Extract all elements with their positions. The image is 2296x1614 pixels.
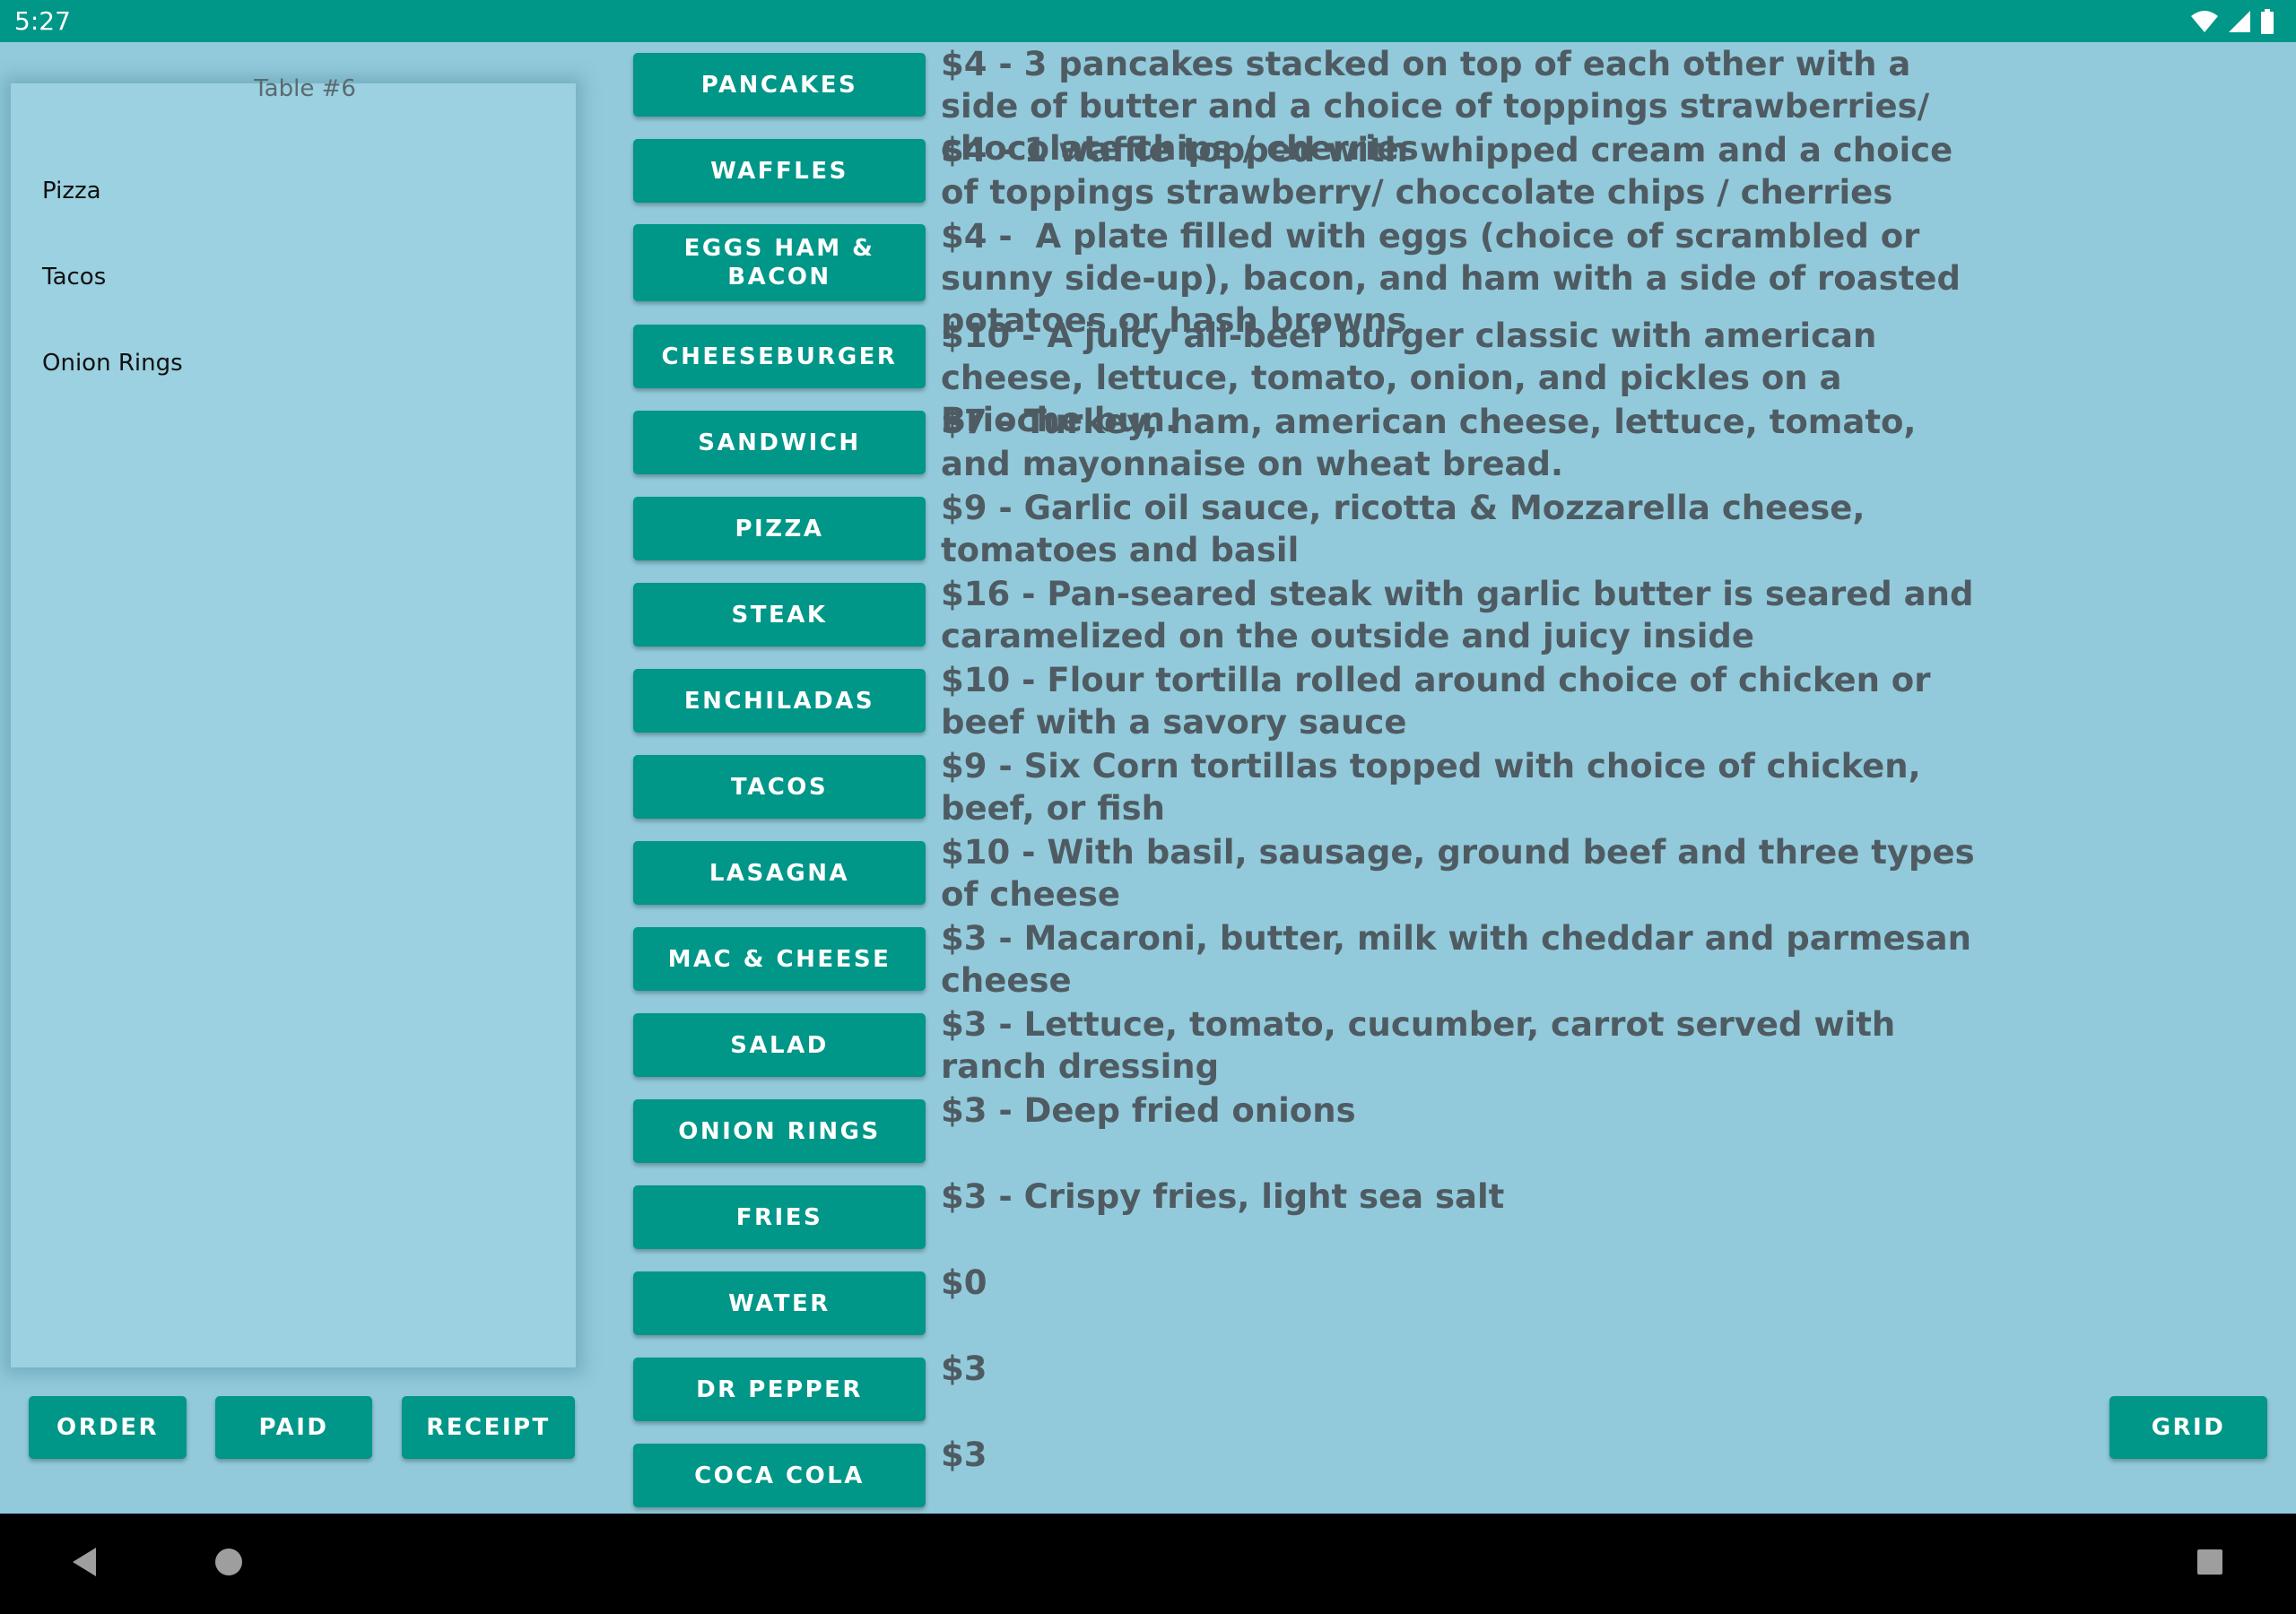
eggs-ham-bacon-button[interactable]: EGGS HAM & BACON: [633, 224, 926, 301]
battery-icon: [2260, 9, 2274, 34]
paid-button[interactable]: PAID: [215, 1396, 372, 1459]
salad-button[interactable]: SALAD: [633, 1013, 926, 1077]
navigation-bar: [0, 1514, 2296, 1614]
sandwich-button[interactable]: SANDWICH: [633, 411, 926, 474]
wifi-icon: [2190, 10, 2219, 33]
fries-button[interactable]: FRIES: [633, 1185, 926, 1249]
recents-icon[interactable]: [2196, 1549, 2223, 1579]
order-item[interactable]: Pizza: [42, 173, 183, 259]
lasagna-button[interactable]: LASAGNA: [633, 841, 926, 905]
menu-row-steak: STEAK $16 - Pan-seared steak with garlic…: [633, 575, 2248, 666]
menu-description: $10 - With basil, sausage, ground beef a…: [941, 833, 1987, 914]
menu-row-onion-rings: ONION RINGS $3 - Deep fried onions: [633, 1091, 2248, 1183]
receipt-button[interactable]: RECEIPT: [402, 1396, 575, 1459]
menu-row-mac-cheese: MAC & CHEESE $3 - Macaroni, butter, milk…: [633, 919, 2248, 1011]
cell-signal-icon: [2228, 10, 2251, 33]
menu-description: $9 - Garlic oil sauce, ricotta & Mozzare…: [941, 489, 1877, 569]
tacos-button[interactable]: TACOS: [633, 755, 926, 819]
mac-cheese-button[interactable]: MAC & CHEESE: [633, 927, 926, 991]
order-item[interactable]: Tacos: [42, 259, 183, 345]
menu-description: $3: [941, 1436, 987, 1474]
pancakes-button[interactable]: PANCAKES: [633, 53, 926, 117]
order-button[interactable]: ORDER: [29, 1396, 187, 1459]
order-list: Pizza Tacos Onion Rings: [42, 173, 183, 431]
menu-row-sandwich: SANDWICH $7 - Turkey, ham, american chee…: [633, 403, 2248, 494]
menu-row-pancakes: PANCAKES $4 - 3 pancakes stacked on top …: [633, 45, 2248, 168]
menu-row-eggs-ham-bacon: EGGS HAM & BACON $4 - A plate filled wit…: [633, 217, 2248, 340]
home-icon[interactable]: [214, 1548, 243, 1580]
menu-description: $3: [941, 1349, 987, 1388]
menu-description: $3 - Crispy fries, light sea salt: [941, 1177, 1505, 1216]
menu-row-cheeseburger: CHEESEBURGER $10 - A juicy all-beef burg…: [633, 317, 2248, 439]
menu-list: PANCAKES $4 - 3 pancakes stacked on top …: [633, 45, 2248, 1527]
enchiladas-button[interactable]: ENCHILADAS: [633, 669, 926, 733]
menu-description: $3 - Lettuce, tomato, cucumber, carrot s…: [941, 1005, 1908, 1086]
dr-pepper-button[interactable]: DR PEPPER: [633, 1358, 926, 1421]
menu-row-dr-pepper: DR PEPPER $3: [633, 1349, 2248, 1441]
coca-cola-button[interactable]: COCA COLA: [633, 1444, 926, 1507]
menu-description: $4 - 1 waffle topped with whipped cream …: [941, 131, 1965, 212]
steak-button[interactable]: STEAK: [633, 583, 926, 646]
menu-description: $0: [941, 1263, 987, 1302]
menu-description: $3 - Macaroni, butter, milk with cheddar…: [941, 919, 1983, 1000]
menu-description: $7 - Turkey, ham, american cheese, lettu…: [941, 403, 1928, 483]
menu-row-salad: SALAD $3 - Lettuce, tomato, cucumber, ca…: [633, 1005, 2248, 1097]
menu-description: $3 - Deep fried onions: [941, 1091, 1356, 1130]
back-icon[interactable]: [71, 1547, 98, 1581]
menu-row-pizza: PIZZA $9 - Garlic oil sauce, ricotta & M…: [633, 489, 2248, 580]
pizza-button[interactable]: PIZZA: [633, 497, 926, 560]
menu-row-fries: FRIES $3 - Crispy fries, light sea salt: [633, 1177, 2248, 1269]
menu-description: $16 - Pan-seared steak with garlic butte…: [941, 575, 1986, 655]
menu-row-water: WATER $0: [633, 1263, 2248, 1355]
order-item[interactable]: Onion Rings: [42, 345, 183, 431]
table-label: Table #6: [254, 75, 356, 102]
waffles-button[interactable]: WAFFLES: [633, 139, 926, 203]
cheeseburger-button[interactable]: CHEESEBURGER: [633, 325, 926, 388]
status-time: 5:27: [14, 6, 71, 36]
status-icons: [2190, 9, 2274, 34]
status-bar: 5:27: [0, 0, 2296, 42]
menu-row-tacos: TACOS $9 - Six Corn tortillas topped wit…: [633, 747, 2248, 838]
menu-description: $9 - Six Corn tortillas topped with choi…: [941, 747, 1933, 828]
water-button[interactable]: WATER: [633, 1271, 926, 1335]
menu-description: $10 - Flour tortilla rolled around choic…: [941, 661, 1943, 742]
onion-rings-button[interactable]: ONION RINGS: [633, 1099, 926, 1163]
menu-row-lasagna: LASAGNA $10 - With basil, sausage, groun…: [633, 833, 2248, 924]
menu-row-enchiladas: ENCHILADAS $10 - Flour tortilla rolled a…: [633, 661, 2248, 752]
menu-row-waffles: WAFFLES $4 - 1 waffle topped with whippe…: [633, 131, 2248, 222]
